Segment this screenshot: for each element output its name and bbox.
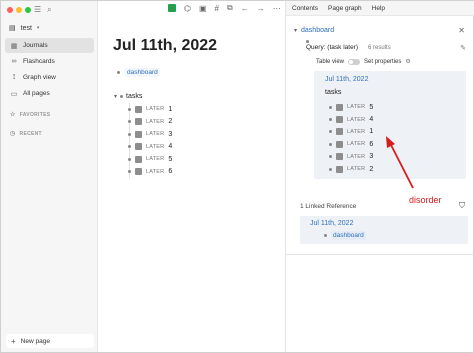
annotation-arrow bbox=[386, 136, 414, 189]
annotation-label: disorder bbox=[409, 195, 442, 205]
